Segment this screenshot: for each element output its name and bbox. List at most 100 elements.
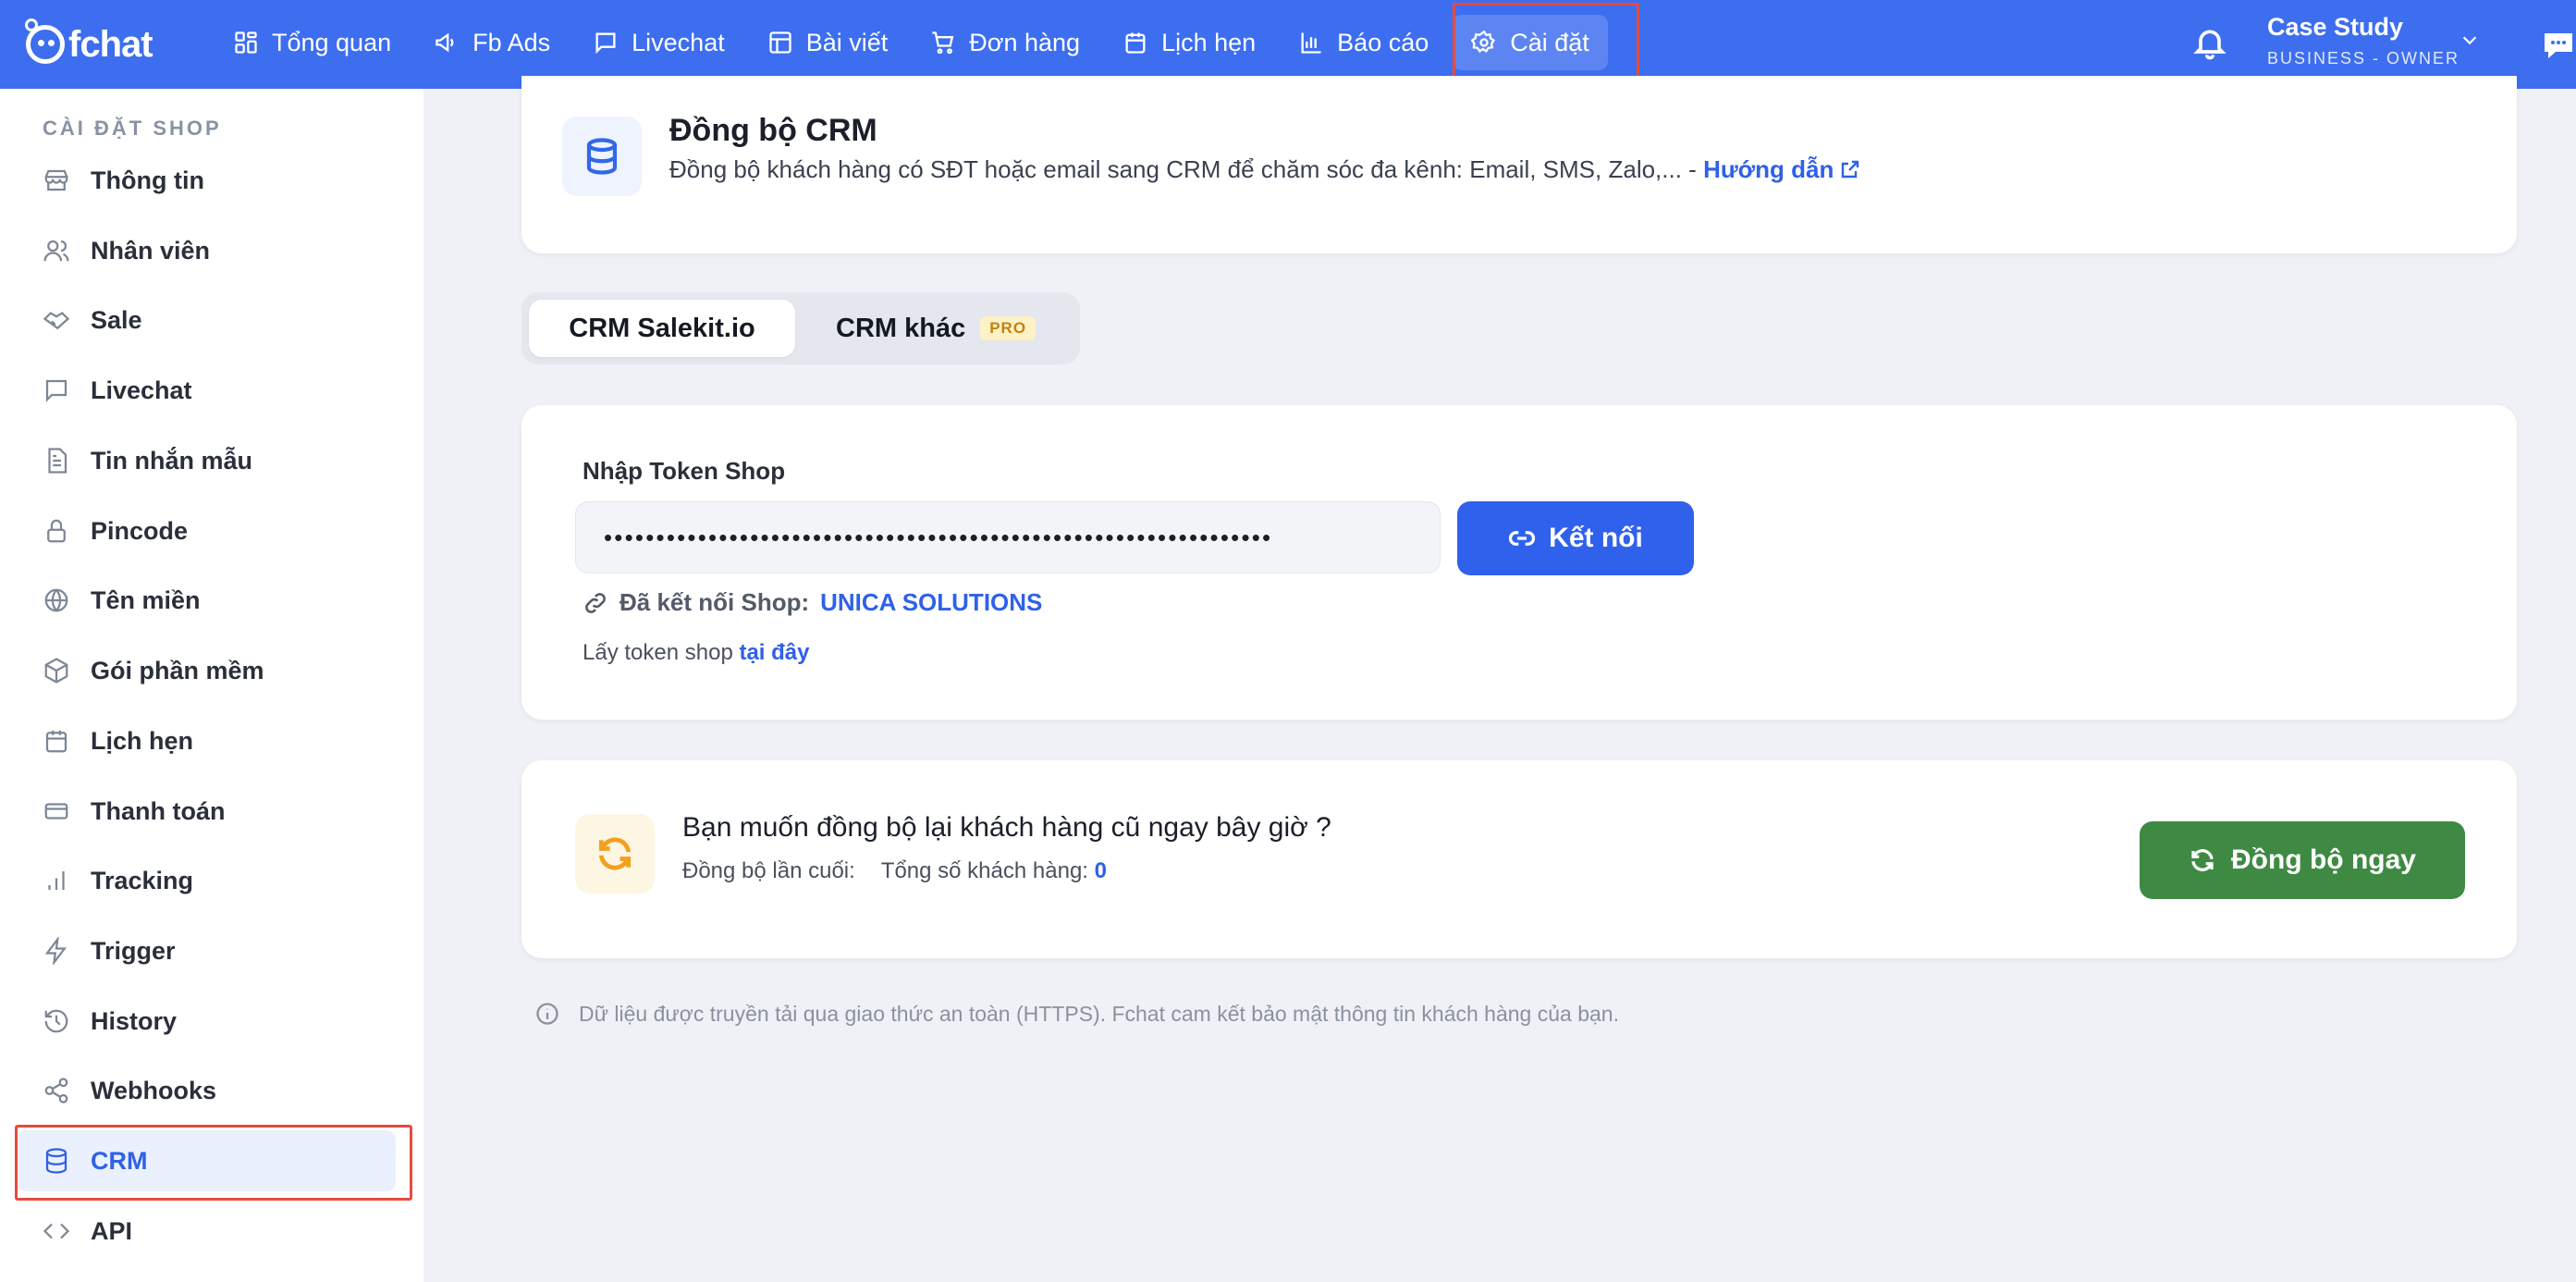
- sidebar-item-label: Tin nhắn mẫu: [91, 446, 253, 475]
- sidebar-item-api[interactable]: API: [17, 1201, 396, 1262]
- credit-card-icon: [44, 803, 68, 820]
- signal-icon: [48, 871, 65, 890]
- sidebar-item-tracking[interactable]: Tracking: [17, 850, 396, 911]
- sidebar-item-templates[interactable]: Tin nhắn mẫu: [17, 430, 396, 491]
- nav-item-orders[interactable]: Đơn hàng: [912, 15, 1098, 70]
- megaphone-icon: [435, 32, 454, 53]
- nav-item-overview[interactable]: Tổng quan: [215, 15, 410, 70]
- nav-item-label: Fb Ads: [472, 28, 551, 56]
- database-icon: [586, 138, 618, 175]
- sidebar-item-payment[interactable]: Thanh toán: [17, 781, 396, 842]
- token-hint-text: Lấy token shop: [583, 640, 740, 665]
- page-description: Đồng bộ khách hàng có SĐT hoặc email san…: [669, 155, 1861, 184]
- sidebar-item-trigger[interactable]: Trigger: [17, 920, 396, 981]
- security-footnote: Dữ liệu được truyền tải qua giao thức an…: [534, 1001, 1619, 1027]
- connected-label: Đã kết nối Shop:: [619, 588, 810, 616]
- sidebar-item-label: Webhooks: [91, 1076, 217, 1104]
- description-text: Đồng bộ khách hàng có SĐT hoặc email san…: [669, 155, 1704, 183]
- guide-link-label: Hướng dẫn: [1703, 155, 1834, 183]
- tab-crm-salekit[interactable]: CRM Salekit.io: [529, 300, 795, 357]
- sidebar-item-info[interactable]: Thông tin: [17, 150, 396, 211]
- nav-item-appointments[interactable]: Lịch hẹn: [1104, 15, 1274, 70]
- resync-title: Bạn muốn đồng bộ lại khách hàng cũ ngay …: [682, 812, 1331, 843]
- connect-button-label: Kết nối: [1549, 523, 1643, 553]
- database-icon: [45, 1148, 67, 1174]
- sidebar-item-label: Pincode: [91, 516, 189, 545]
- fchat-logo[interactable]: fchat: [25, 18, 153, 68]
- nav-item-label: Báo cáo: [1337, 28, 1429, 56]
- main-nav: Tổng quan Fb Ads Livechat Bài viết Đơn h…: [215, 13, 1608, 72]
- sidebar-item-history[interactable]: History: [17, 991, 396, 1052]
- sidebar-item-staff[interactable]: Nhân viên: [17, 220, 396, 281]
- token-input[interactable]: [575, 501, 1441, 573]
- share-icon: [44, 1078, 68, 1103]
- nav-item-settings[interactable]: Cài đặt: [1453, 15, 1608, 70]
- sidebar-item-label: Tracking: [91, 866, 194, 894]
- sync-now-button[interactable]: Đồng bộ ngay: [2140, 821, 2465, 899]
- code-icon: [43, 1223, 70, 1239]
- nav-item-reports[interactable]: Báo cáo: [1280, 15, 1447, 70]
- sidebar-item-sale[interactable]: Sale: [17, 290, 396, 351]
- layout-icon: [769, 31, 791, 54]
- sidebar-item-label: History: [91, 1006, 178, 1035]
- bolt-icon: [44, 937, 67, 965]
- nav-item-livechat[interactable]: Livechat: [574, 15, 743, 70]
- sidebar-item-label: Lịch hẹn: [91, 726, 194, 755]
- refresh-icon: [598, 837, 632, 870]
- sidebar-heading: CÀI ĐẶT SHOP: [43, 117, 222, 140]
- sidebar-item-label: Gói phần mềm: [91, 656, 264, 684]
- bot-logo-icon: [25, 18, 65, 64]
- handshake-icon: [43, 312, 70, 330]
- chat-bubble-icon[interactable]: [2541, 28, 2576, 63]
- resync-card: Bạn muốn đồng bộ lại khách hàng cũ ngay …: [521, 760, 2517, 958]
- resync-meta: Đồng bộ lần cuối: Tổng số khách hàng: 0: [682, 858, 1107, 884]
- nav-item-posts[interactable]: Bài viết: [749, 15, 907, 70]
- sidebar-item-crm[interactable]: CRM: [17, 1130, 396, 1191]
- link-icon: [585, 592, 606, 613]
- sidebar-item-label: Thanh toán: [91, 796, 226, 825]
- dashboard-icon: [235, 31, 257, 54]
- token-hint: Lấy token shop tại đây: [583, 640, 809, 666]
- sidebar-item-livechat[interactable]: Livechat: [17, 360, 396, 421]
- sidebar-item-package[interactable]: Gói phần mềm: [17, 640, 396, 701]
- crm-icon-box: [562, 117, 642, 196]
- nav-item-label: Đơn hàng: [969, 28, 1081, 56]
- user-name: Case Study: [2267, 13, 2404, 41]
- footnote-text: Dữ liệu được truyền tải qua giao thức an…: [579, 1001, 1619, 1026]
- sidebar-item-label: Sale: [91, 305, 142, 334]
- chevron-down-icon[interactable]: [2459, 30, 2480, 50]
- nav-item-fb-ads[interactable]: Fb Ads: [415, 15, 569, 70]
- sidebar-item-appointments[interactable]: Lịch hẹn: [17, 710, 396, 771]
- info-icon: [536, 1003, 558, 1025]
- gear-icon: [1471, 30, 1496, 53]
- link-icon: [1509, 531, 1536, 546]
- sidebar-item-label: API: [91, 1216, 133, 1245]
- user-menu[interactable]: Case Study BUSINESS - OWNER: [2267, 13, 2459, 68]
- history-icon: [44, 1009, 68, 1033]
- pro-badge: PRO: [980, 316, 1037, 340]
- external-link-icon: [1842, 160, 1859, 179]
- sidebar-item-label: Tên miền: [91, 586, 201, 614]
- connected-status: Đã kết nối Shop: UNICA SOLUTIONS: [583, 588, 1042, 617]
- nav-item-label: Livechat: [632, 28, 725, 56]
- notification-bell-icon[interactable]: [2191, 22, 2228, 63]
- crm-sync-header-card: Đồng bộ CRM Đồng bộ khách hàng có SĐT ho…: [521, 76, 2517, 253]
- message-icon: [45, 379, 67, 402]
- nav-item-label: Tổng quan: [272, 28, 392, 56]
- crm-tabs: CRM Salekit.io CRM khác PRO: [521, 292, 1080, 364]
- sidebar-item-label: Trigger: [91, 936, 176, 965]
- connect-button[interactable]: Kết nối: [1457, 501, 1694, 575]
- sidebar-item-webhooks[interactable]: Webhooks: [17, 1060, 396, 1121]
- sidebar-item-label: Livechat: [91, 376, 192, 404]
- token-hint-link[interactable]: tại đây: [739, 640, 809, 665]
- total-customers-value: 0: [1094, 858, 1107, 883]
- sidebar-item-pincode[interactable]: Pincode: [17, 500, 396, 561]
- package-icon: [44, 658, 68, 684]
- sidebar-item-domain[interactable]: Tên miền: [17, 570, 396, 631]
- store-icon: [44, 169, 68, 191]
- tab-crm-other[interactable]: CRM khác PRO: [836, 300, 1037, 357]
- lock-icon: [47, 519, 66, 543]
- total-customers-label: Tổng số khách hàng:: [880, 858, 1088, 883]
- token-card: Nhập Token Shop Kết nối Đã kết nối Shop:…: [521, 405, 2517, 720]
- guide-link[interactable]: Hướng dẫn: [1703, 155, 1861, 183]
